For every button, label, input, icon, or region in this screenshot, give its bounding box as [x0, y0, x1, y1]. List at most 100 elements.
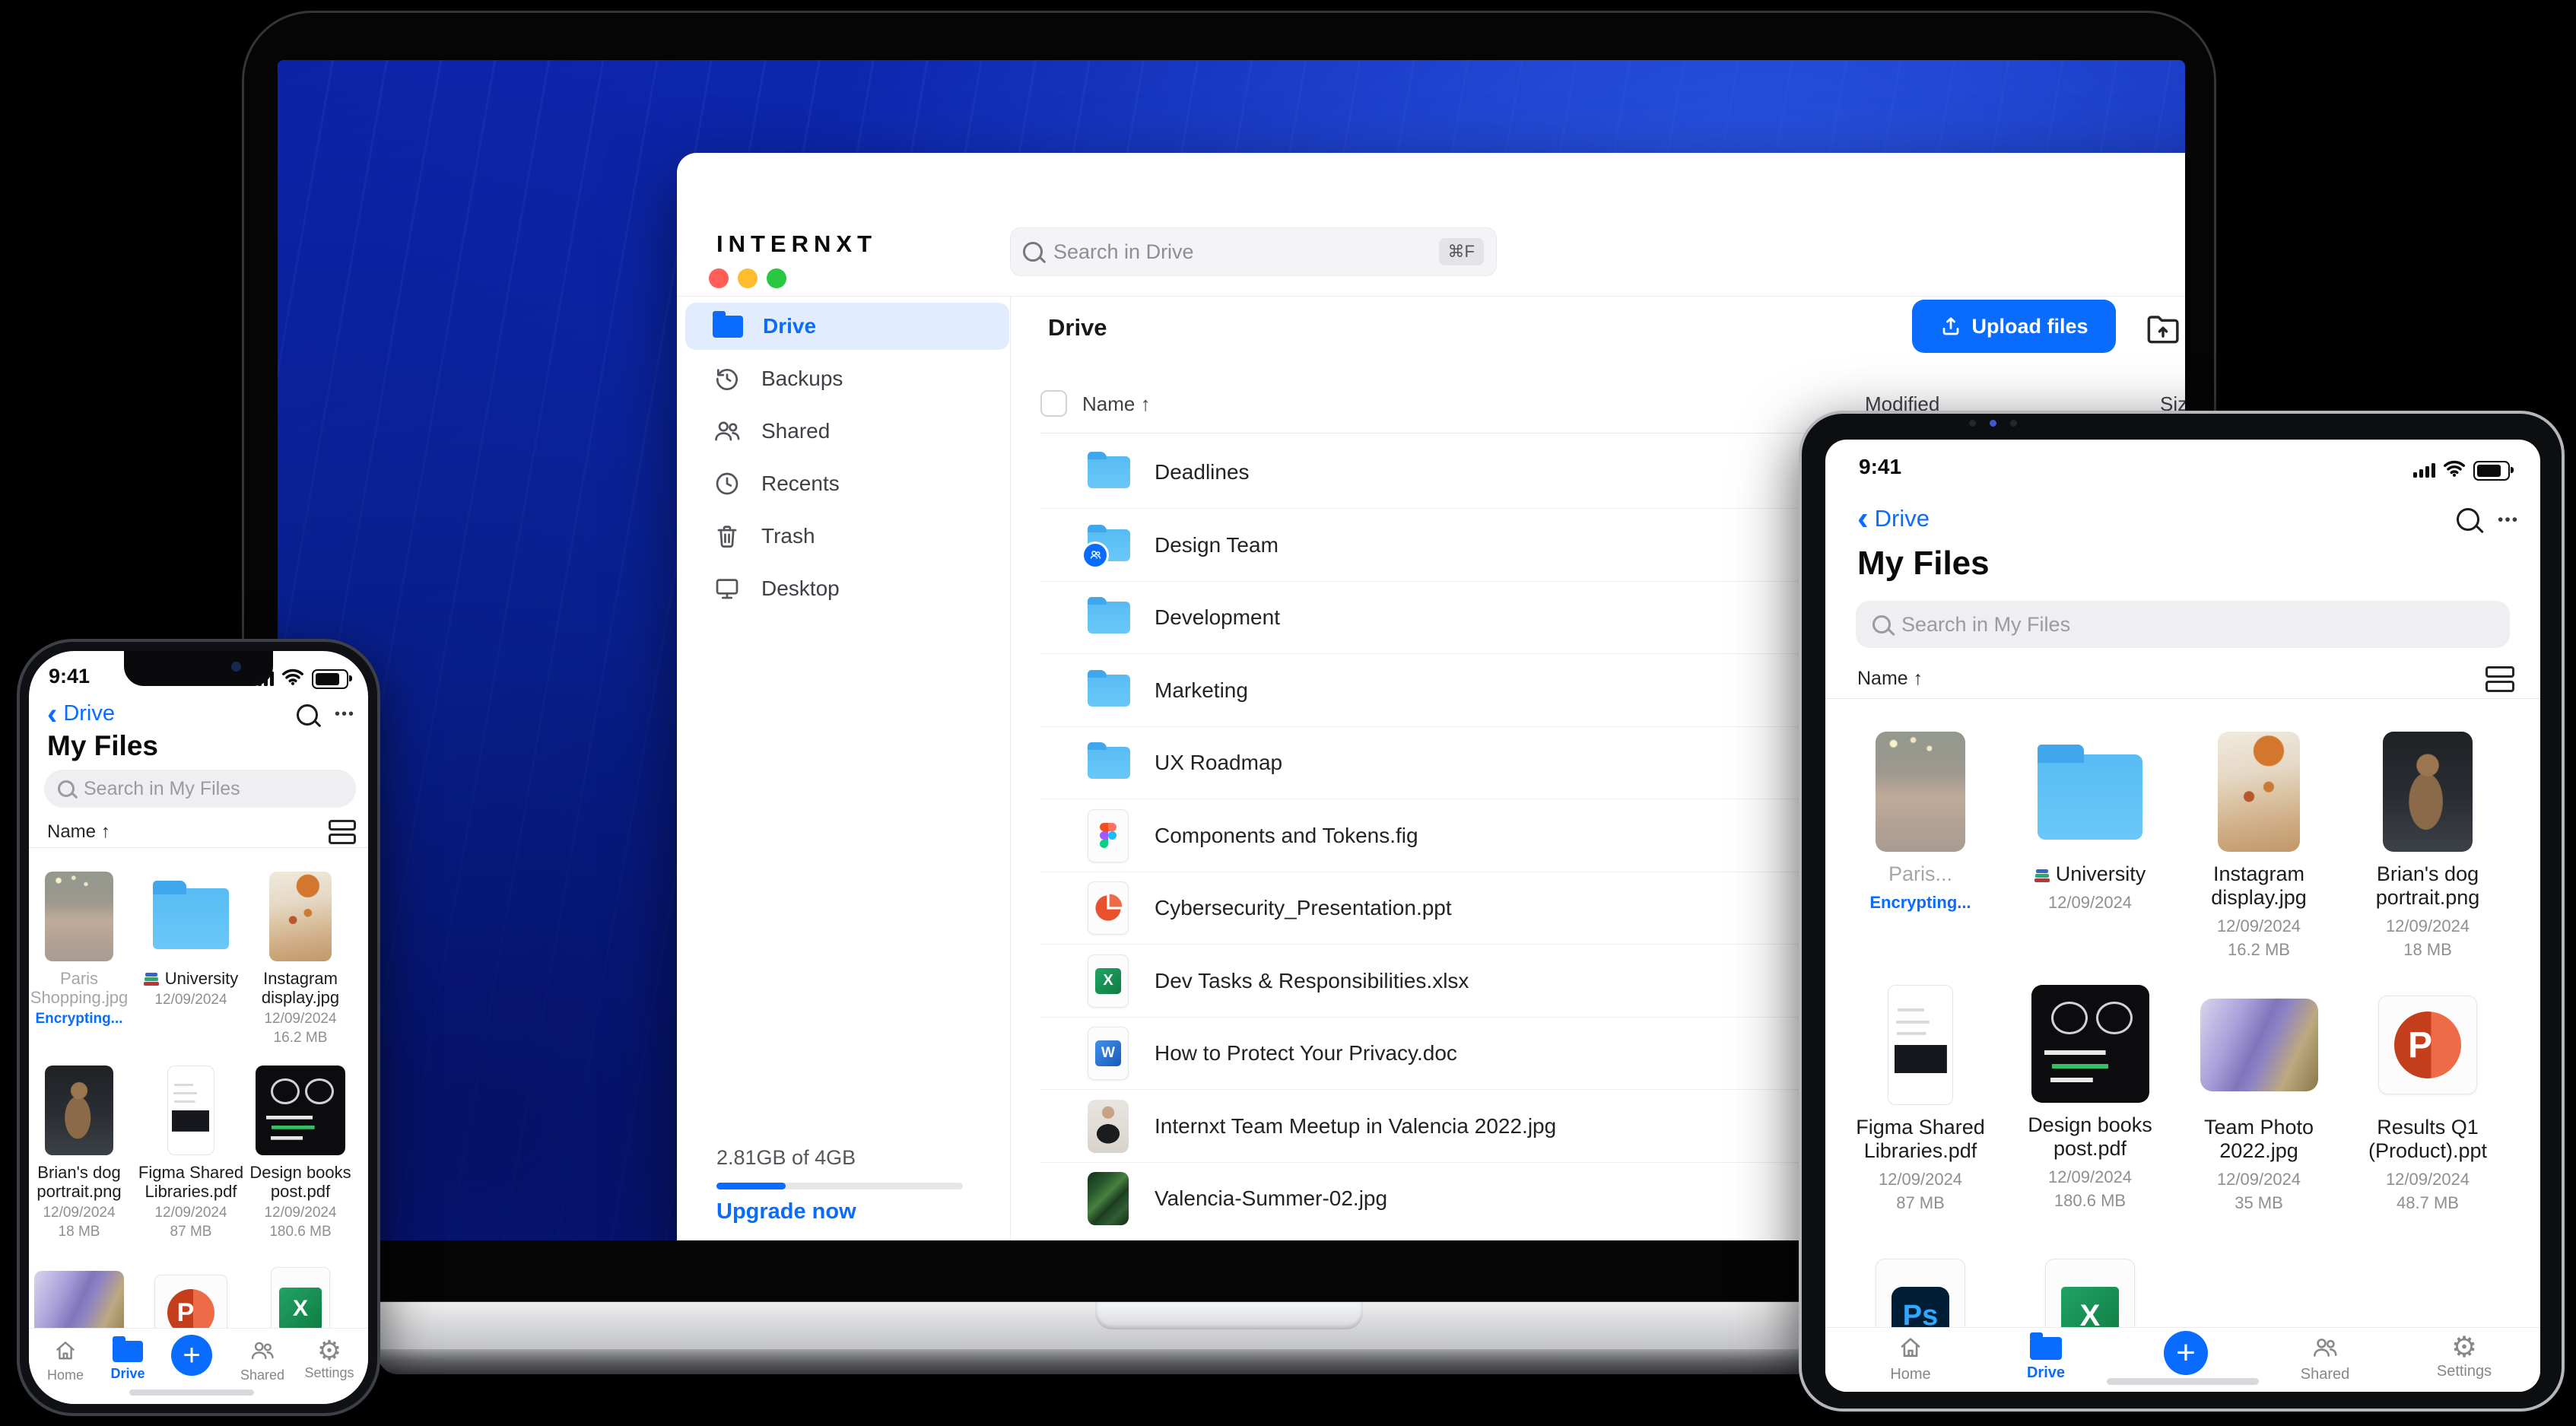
photo-thumbnail	[45, 1066, 113, 1155]
zoom-window-button[interactable]	[767, 268, 786, 288]
tablet-camera	[1969, 420, 2017, 427]
nav-home[interactable]: Home	[1880, 1334, 1941, 1383]
sort-by-name[interactable]: Name ↑	[1857, 668, 1923, 690]
storage-progress-fill	[716, 1183, 786, 1189]
upgrade-link[interactable]: Upgrade now	[716, 1199, 856, 1224]
grid-item[interactable]: Paris Shopping.jpg Encrypting...	[29, 872, 132, 1028]
scene: INTERNXT .searchbar .i-search::after{hei…	[0, 0, 2576, 1426]
grid-item[interactable]: Team Photo 2022.jpg 12/09/2024 35 MB	[2183, 985, 2335, 1215]
status-time: 9:41	[1859, 455, 1902, 478]
upload-files-button[interactable]: Upload files	[1912, 300, 2116, 353]
internxt-logo: INTERNXT	[716, 230, 877, 257]
status-time: 9:41	[49, 665, 91, 688]
sort-arrow: ↑	[1913, 668, 1923, 689]
trash-icon	[717, 526, 737, 548]
sidebar-item-recents[interactable]: Recents	[685, 460, 1009, 507]
nav-drive[interactable]: Drive	[97, 1336, 158, 1382]
search-input[interactable]: Search in My Files	[1856, 601, 2510, 648]
gear-icon	[2430, 1332, 2498, 1363]
search-placeholder: Search in My Files	[1901, 612, 2071, 636]
status-icons	[2413, 459, 2514, 481]
nav-settings[interactable]: Settings	[2430, 1332, 2498, 1380]
add-button[interactable]	[171, 1335, 212, 1376]
search-icon	[1872, 615, 1891, 634]
search-input[interactable]: .searchbar .i-search::after{height:11px;…	[1010, 227, 1497, 276]
search-input[interactable]: Search in My Files	[44, 770, 356, 808]
books-icon	[143, 972, 160, 986]
topbar-divider	[677, 296, 2185, 297]
grid-item[interactable]: Design books post.pdf 12/09/2024 180.6 M…	[247, 1066, 354, 1241]
phone-screen: 9:41 Drive .phone .i-search::after{heigh…	[29, 651, 368, 1404]
grid-item[interactable]: University 12/09/2024	[2014, 732, 2166, 914]
back-to-drive-button[interactable]: Drive	[47, 701, 115, 726]
add-button[interactable]	[2164, 1331, 2208, 1375]
bottom-navbar: Home Drive Shared Settings	[29, 1328, 368, 1404]
nav-label: Settings	[2436, 1363, 2492, 1380]
grid-item[interactable]: University 12/09/2024	[138, 872, 244, 1009]
nav-shared[interactable]: Shared	[2291, 1334, 2359, 1383]
close-window-button[interactable]	[709, 268, 729, 288]
select-all-checkbox[interactable]	[1040, 390, 1067, 417]
grid-item[interactable]: P Results Q1 (Product).ppt 12/09/2024 48…	[2352, 985, 2504, 1215]
folder-icon	[1088, 670, 1130, 707]
sidebar-item-drive[interactable]: Drive	[685, 303, 1009, 350]
more-options-icon[interactable]	[335, 706, 355, 723]
gear-icon	[297, 1336, 362, 1365]
grid-item[interactable]: Brian's dog portrait.png 12/09/2024 18 M…	[2352, 732, 2504, 961]
nav-label: Shared	[2300, 1366, 2350, 1383]
grid-item[interactable]: Instagram display.jpg 12/09/2024 16.2 MB	[247, 872, 354, 1047]
sidebar-item-label: Recents	[761, 472, 840, 495]
search-placeholder: Search in Drive	[1053, 240, 1194, 263]
sidebar-item-label: Trash	[761, 524, 815, 548]
back-to-drive-button[interactable]: Drive	[1857, 505, 1930, 532]
photo-thumbnail	[1088, 1171, 1129, 1225]
nav-drive[interactable]: Drive	[2015, 1332, 2076, 1382]
storage-usage: 2.81GB of 4GB	[716, 1146, 856, 1169]
column-name[interactable]: Name ↑	[1082, 392, 1151, 416]
photo-thumbnail	[2200, 999, 2318, 1091]
page-title: Drive	[1048, 314, 1107, 341]
nav-label: Settings	[304, 1365, 354, 1380]
sidebar-item-label: Shared	[761, 419, 831, 443]
search-icon	[58, 780, 75, 797]
list-view-icon[interactable]	[329, 820, 356, 844]
upload-files-label: Upload files	[1971, 314, 2088, 338]
nav-home[interactable]: Home	[35, 1338, 96, 1383]
grid-item[interactable]: Design books post.pdf 12/09/2024 180.6 M…	[2014, 985, 2166, 1212]
battery-icon	[312, 669, 352, 689]
photo-thumbnail	[1088, 1099, 1129, 1153]
photo-thumbnail	[45, 872, 113, 961]
more-options-icon[interactable]	[2498, 511, 2519, 529]
upload-folder-button[interactable]	[2143, 310, 2183, 349]
signal-icon	[252, 672, 274, 686]
sidebar-item-desktop[interactable]: Desktop	[685, 565, 1009, 612]
nav-label: Drive	[2026, 1364, 2066, 1381]
search-icon[interactable]: .tablet .i-search::after{height:12px;rig…	[2457, 508, 2479, 531]
phone-notch	[124, 651, 273, 686]
nav-shared[interactable]: Shared	[228, 1338, 297, 1383]
sidebar-item-trash[interactable]: Trash	[685, 513, 1009, 560]
list-view-icon[interactable]	[2485, 666, 2514, 692]
photo-thumbnail	[2218, 732, 2300, 852]
grid-item[interactable]: Paris... Encrypting...	[1844, 732, 1996, 914]
nav-label: Home	[46, 1367, 84, 1383]
minimize-window-button[interactable]	[738, 268, 758, 288]
sidebar-item-backups[interactable]: Backups	[685, 355, 1009, 402]
sidebar-divider	[1010, 297, 1011, 1240]
pdf-thumbnail	[1888, 985, 1953, 1105]
search-icon[interactable]: .phone .i-search::after{height:11px;righ…	[297, 704, 318, 726]
folder-icon	[153, 881, 229, 949]
grid-item[interactable]: Figma Shared Libraries.pdf 12/09/2024 87…	[138, 1066, 244, 1241]
powerpoint-file-icon	[1088, 881, 1129, 935]
sidebar-item-shared[interactable]: Shared	[685, 408, 1009, 455]
laptop-lid-notch	[1095, 1302, 1363, 1329]
grid-item[interactable]: Brian's dog portrait.png 12/09/2024 18 M…	[29, 1066, 132, 1241]
grid-item[interactable]: Instagram display.jpg 12/09/2024 16.2 MB	[2183, 732, 2335, 961]
grid-item[interactable]: Figma Shared Libraries.pdf 12/09/2024 87…	[1844, 985, 1996, 1215]
sort-by-name[interactable]: Name ↑	[47, 821, 110, 843]
sidebar-item-label: Backups	[761, 367, 843, 390]
people-icon	[715, 421, 740, 441]
nav-settings[interactable]: Settings	[297, 1336, 362, 1381]
encrypting-status: Encrypting...	[1869, 893, 1971, 912]
wifi-icon	[2443, 459, 2466, 481]
